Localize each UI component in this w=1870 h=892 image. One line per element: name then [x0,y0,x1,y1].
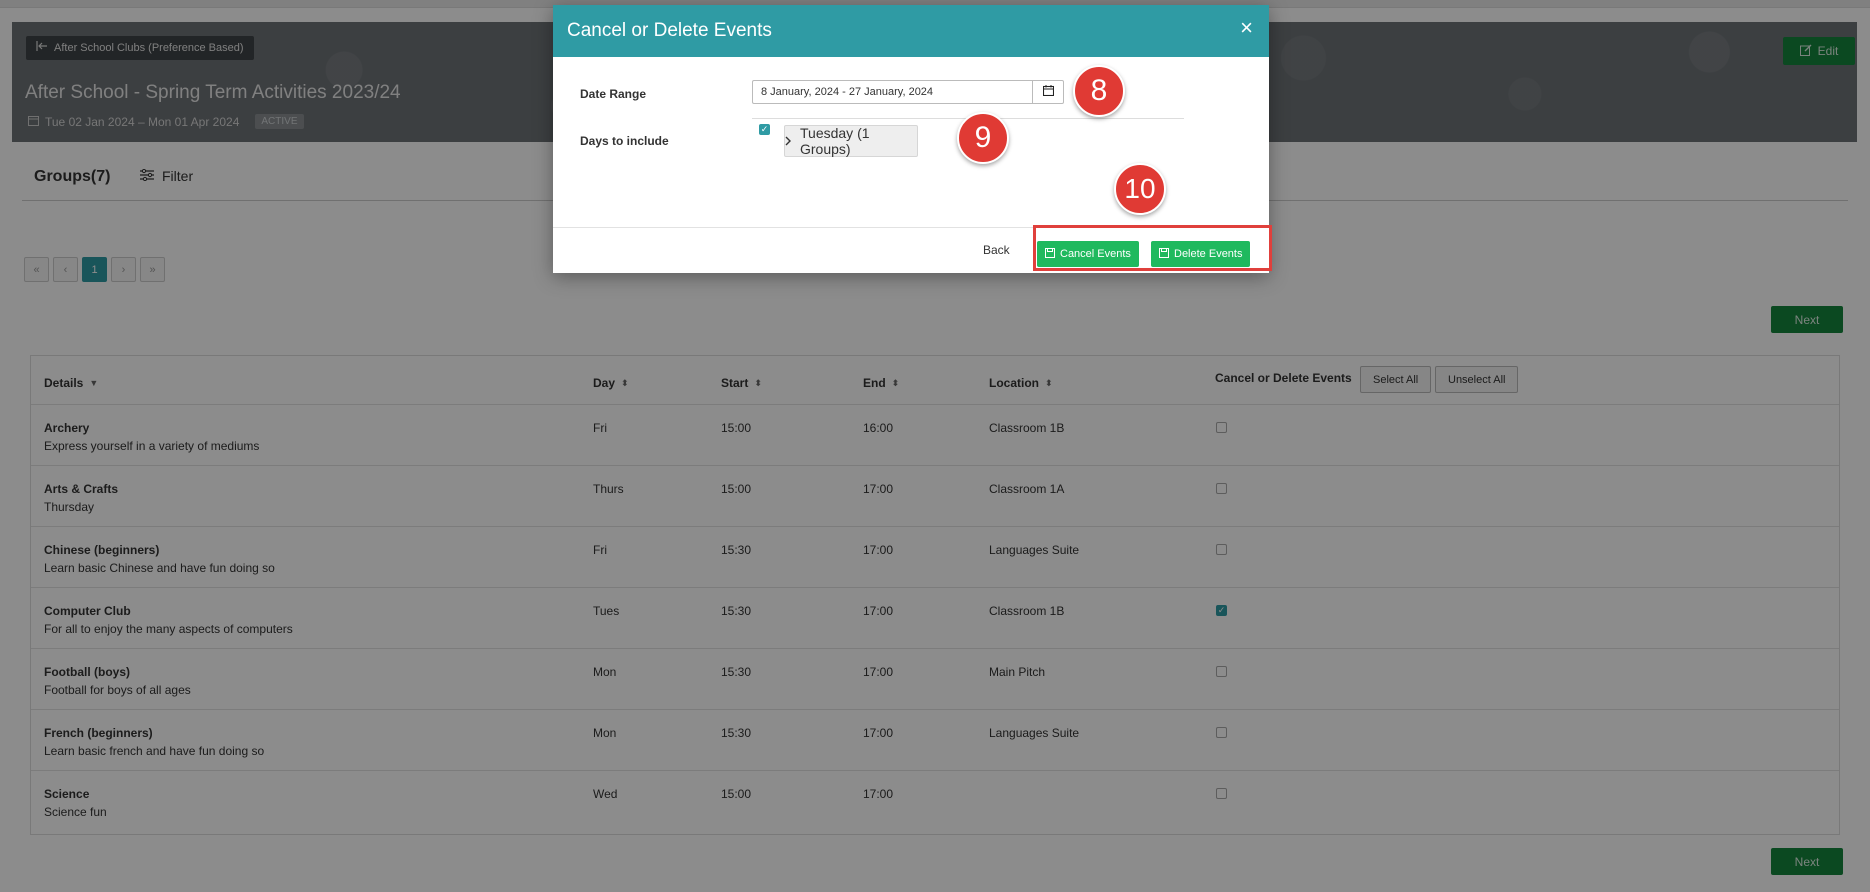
date-range-input[interactable]: 8 January, 2024 - 27 January, 2024 [752,80,1032,104]
calendar-picker-button[interactable] [1032,80,1064,104]
modal-header: Cancel or Delete Events × [553,5,1269,57]
date-range-label: Date Range [580,87,647,101]
modal-title: Cancel or Delete Events [567,20,772,41]
calendar-icon [1042,85,1054,99]
tuesday-group-label: Tuesday (1 Groups) [800,125,870,157]
chevron-right-icon [785,133,792,149]
step-marker-9: 9 [957,112,1009,164]
back-button[interactable]: Back [983,243,1010,257]
action-buttons-highlight [1033,225,1272,271]
tuesday-group-toggle[interactable]: Tuesday (1 Groups) [784,125,918,157]
day-include-checkbox[interactable]: ✓ [759,124,770,135]
close-icon[interactable]: × [1240,17,1253,39]
step-marker-8: 8 [1073,65,1125,117]
step-marker-10: 10 [1114,163,1166,215]
days-to-include-label: Days to include [580,134,669,148]
